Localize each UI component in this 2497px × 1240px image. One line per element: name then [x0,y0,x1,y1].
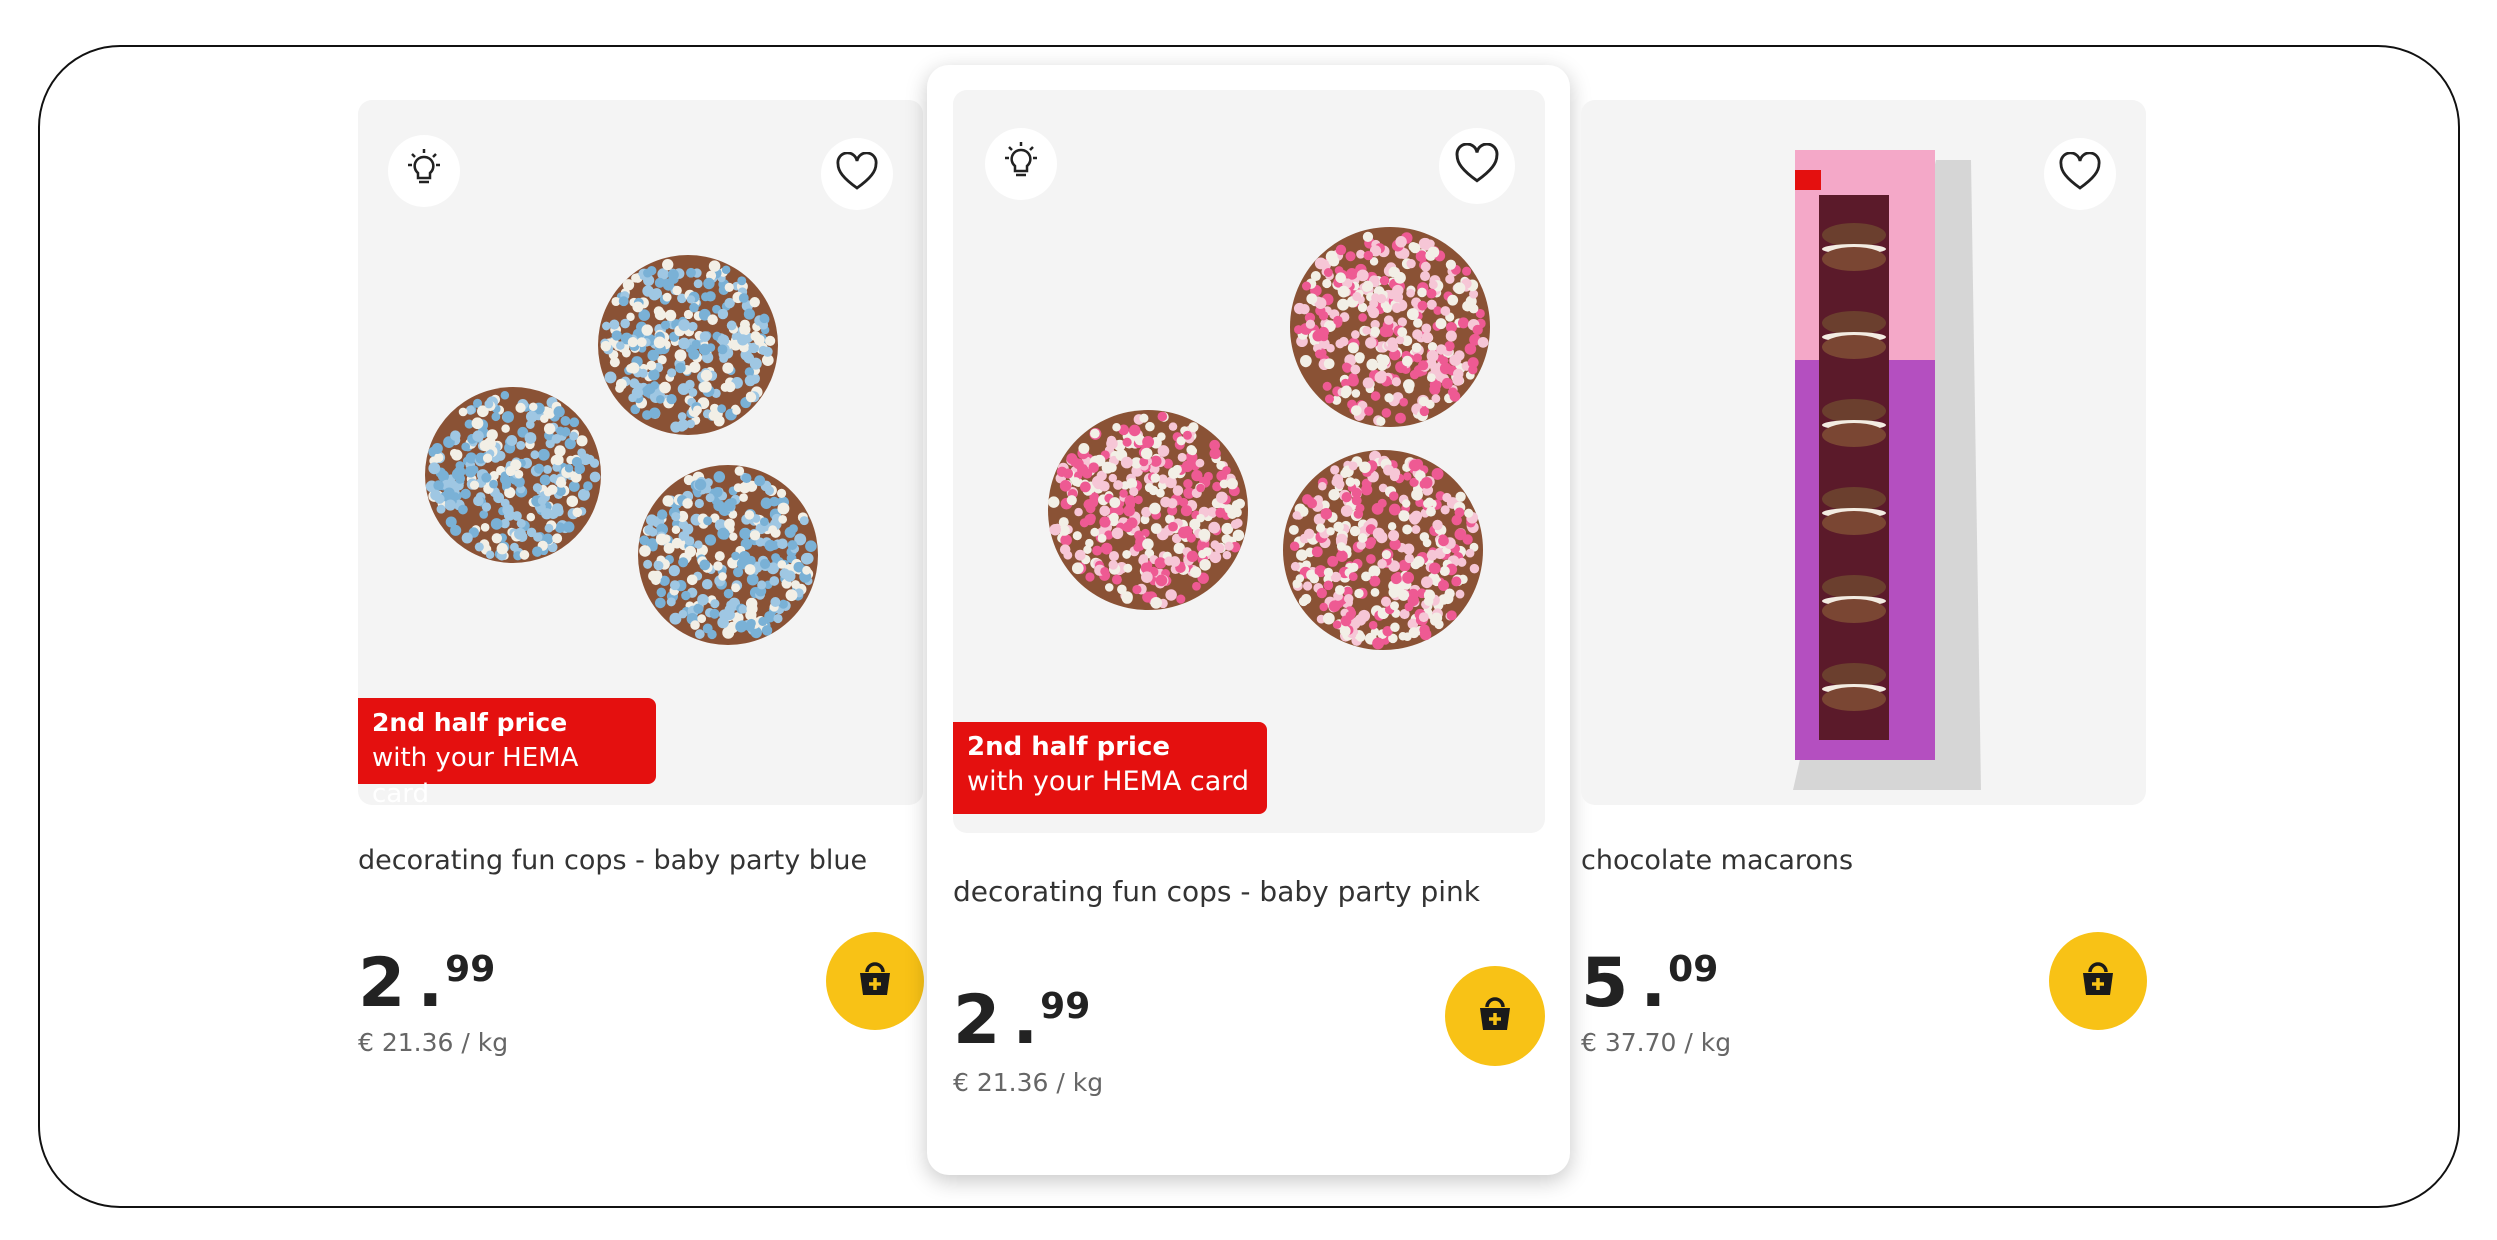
price-cents: 99 [445,949,496,990]
add-to-basket-button[interactable] [1445,966,1545,1066]
add-to-basket-button[interactable] [2049,932,2147,1030]
promo-badge: 2nd half price with your HEMA card [358,698,656,805]
product-image-area[interactable] [1581,100,2146,805]
product-card-blue[interactable]: 2nd half price with your HEMA card decor… [358,100,924,1080]
promo-badge: 2nd half price with your HEMA card [953,722,1267,814]
product-price: 2 . 99 [953,987,1090,1055]
promo-line-1: 2nd half price [967,732,1170,762]
idea-badge [388,135,460,207]
lightbulb-icon [999,140,1043,188]
add-to-basket-button[interactable] [826,932,924,1030]
product-title[interactable]: decorating fun cops - baby party pink [953,875,1480,908]
lightbulb-icon [402,147,446,195]
price-separator: . [1640,944,1667,1023]
basket-add-icon [855,960,895,1002]
heart-icon [835,151,879,196]
unit-price: € 37.70 / kg [1581,1028,1732,1057]
price-cents: 99 [1040,986,1091,1027]
promo-line-1: 2nd half price [372,708,568,737]
product-card-pink[interactable]: 2nd half price with your HEMA card decor… [927,65,1570,1175]
promo-line-2: with your HEMA card [967,766,1250,797]
promo-line-2: with your HEMA card [372,743,579,805]
product-title[interactable]: decorating fun cops - baby party blue [358,845,867,876]
price-euros: 5 [1581,944,1629,1023]
favorite-button[interactable] [821,138,893,210]
unit-price: € 21.36 / kg [358,1028,509,1057]
product-card-macarons[interactable]: chocolate macarons 5 . 09 € 37.70 / kg [1581,100,2147,1080]
product-title[interactable]: chocolate macarons [1581,845,1853,876]
heart-icon [2058,151,2102,196]
basket-add-icon [1475,995,1515,1037]
price-euros: 2 [358,944,406,1023]
favorite-button[interactable] [1439,128,1515,204]
product-price: 2 . 99 [358,950,495,1018]
product-image-area[interactable]: 2nd half price with your HEMA card [953,90,1545,833]
price-separator: . [1012,981,1039,1060]
product-image [1793,150,1981,790]
favorite-button[interactable] [2044,138,2116,210]
price-euros: 2 [953,981,1001,1060]
heart-icon [1454,142,1500,189]
product-price: 5 . 09 [1581,950,1718,1018]
idea-badge [985,128,1057,200]
price-separator: . [417,944,444,1023]
basket-add-icon [2078,960,2118,1002]
price-cents: 09 [1668,949,1719,990]
unit-price: € 21.36 / kg [953,1068,1104,1097]
product-image-area[interactable]: 2nd half price with your HEMA card [358,100,923,805]
